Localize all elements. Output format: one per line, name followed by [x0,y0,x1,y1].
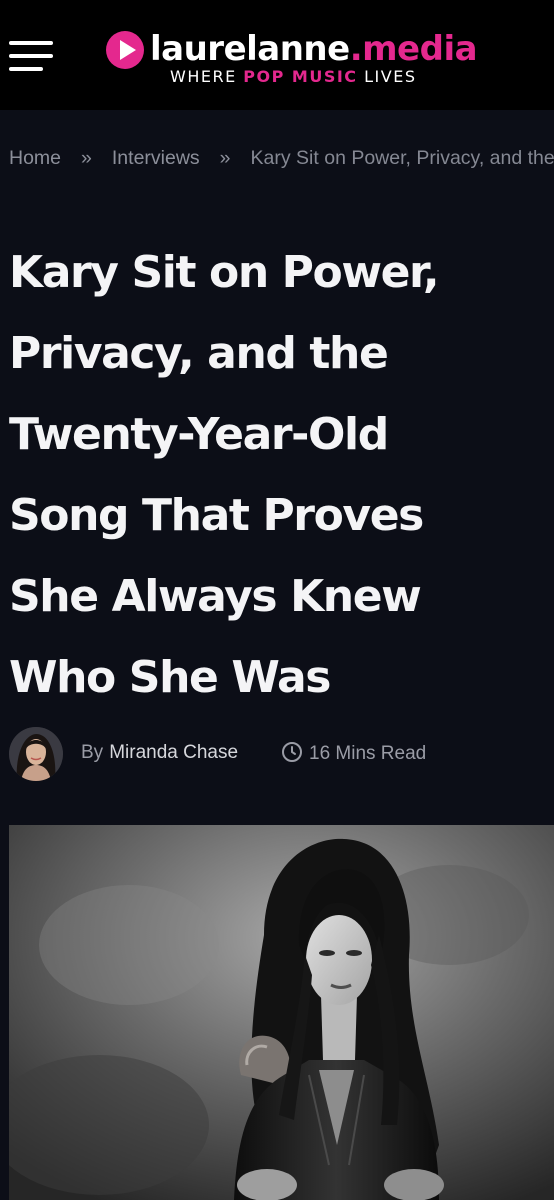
article-title-line: Song That Proves [9,490,424,541]
breadcrumb-separator: » [219,147,231,169]
author-link[interactable]: Miranda Chase [109,742,238,763]
site-tagline: WHERE POP MUSIC LIVES [170,67,416,87]
article-title: Kary Sit on Power, Privacy, and the Twen… [9,232,554,718]
article-title-line: Twenty-Year-Old [9,409,389,460]
site-logo[interactable]: laurelanne.media WHERE POP MUSIC LIVES [106,28,526,88]
tagline-before: WHERE [170,67,244,86]
logo-name-white: laurelanne [150,29,350,69]
hamburger-menu-icon[interactable] [9,41,53,73]
breadcrumb-current: Kary Sit on Power, Privacy, and the [250,147,554,169]
clock-icon [282,742,302,762]
read-time: 16 Mins Read [281,741,426,766]
byline: By Miranda Chase [81,741,238,765]
author-avatar[interactable] [9,727,63,781]
article-title-line: She Always Knew [9,571,422,622]
breadcrumb-separator: » [81,147,92,169]
play-circle-icon [106,31,144,69]
article-title-line: Privacy, and the [9,328,389,379]
article-title-line: Kary Sit on Power, [9,247,440,298]
hero-image [9,825,554,1200]
tagline-after: LIVES [357,67,417,86]
byline-prefix: By [81,742,104,763]
breadcrumb: Home » Interviews » Kary Sit on Power, Priva… [9,144,554,174]
article-title-line: Who She Was [9,652,331,703]
read-time-label: 16 Mins Read [309,743,427,764]
breadcrumb-home-link[interactable]: Home [9,147,61,169]
breadcrumb-interviews-link[interactable]: Interviews [112,147,200,169]
logo-wordmark: laurelanne.media [150,26,478,72]
logo-name-pink: .media [349,29,478,69]
tagline-highlight: POP MUSIC [243,67,358,86]
article-meta: By Miranda Chase 16 Mins Read [9,727,549,783]
site-header: laurelanne.media WHERE POP MUSIC LIVES [0,0,554,110]
